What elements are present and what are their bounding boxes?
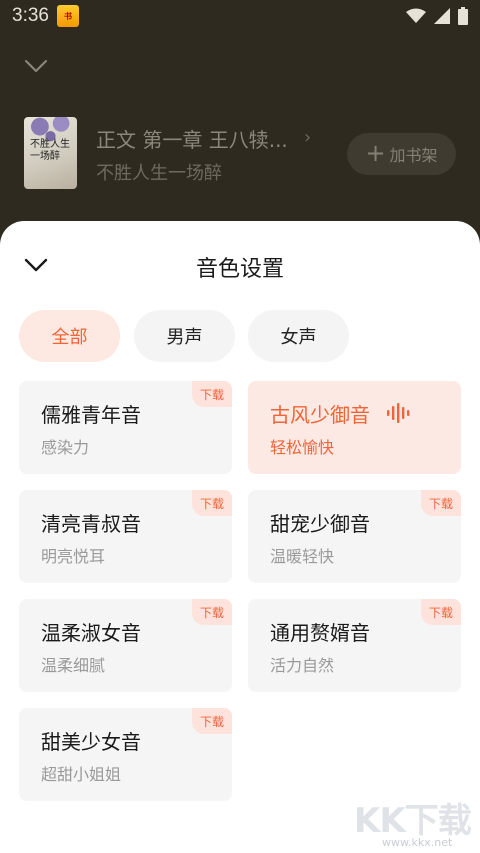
voice-desc: 超甜小姐姐 (41, 765, 122, 784)
voice-name: 清亮青叔音 (41, 512, 141, 536)
download-badge[interactable]: 下载 (192, 708, 232, 734)
status-time: 3:36 (12, 5, 49, 26)
plus-icon: + (365, 139, 386, 167)
voice-card[interactable]: 儒雅青年音 感染力 下载 (19, 381, 232, 474)
sheet-title: 音色设置 (195, 257, 284, 282)
voice-card[interactable]: 温柔淑女音 温柔细腻 下载 (19, 599, 232, 692)
battery-icon (458, 7, 468, 25)
filter-all[interactable]: 全部 (19, 310, 120, 362)
watermark-url: www.kkx.net (382, 836, 453, 849)
signal-icon (434, 8, 450, 24)
status-icons (406, 7, 468, 25)
book-cover[interactable]: 不胜人生一场醉 (24, 117, 77, 189)
voice-name: 甜美少女音 (41, 730, 141, 754)
voice-name: 温柔淑女音 (41, 621, 141, 645)
chevron-down-icon[interactable] (22, 52, 50, 80)
book-title: 不胜人生一场醉 (96, 163, 222, 184)
voice-settings-sheet: 音色设置 全部 男声 女声 儒雅青年音 感染力 下载 古风少御音 轻松愉快 清亮… (0, 221, 480, 853)
chapter-title[interactable]: 正文 第一章 王八犊... (96, 124, 296, 153)
voice-desc: 轻松愉快 (270, 438, 335, 457)
voice-name: 儒雅青年音 (41, 403, 141, 427)
voice-card[interactable]: 甜宠少御音 温暖轻快 下载 (248, 490, 461, 583)
voice-desc: 活力自然 (270, 656, 335, 675)
voice-desc: 明亮悦耳 (41, 547, 106, 566)
watermark-text: KK下载 (354, 801, 472, 841)
add-to-shelf-button[interactable]: + 加书架 (347, 133, 456, 175)
download-badge[interactable]: 下载 (192, 599, 232, 625)
voice-card[interactable]: 通用赘婿音 活力自然 下载 (248, 599, 461, 692)
filter-female[interactable]: 女声 (248, 310, 349, 362)
filter-male[interactable]: 男声 (134, 310, 235, 362)
voice-card[interactable]: 甜美少女音 超甜小姐姐 下载 (19, 708, 232, 801)
download-badge[interactable]: 下载 (192, 381, 232, 407)
wifi-icon (406, 8, 426, 23)
watermark: KK下载 www.kkx.net (354, 793, 476, 849)
chevron-right-icon[interactable]: › (304, 127, 311, 148)
status-bar: 3:36 书 (0, 0, 480, 32)
playing-wave-icon (387, 403, 410, 423)
voice-desc: 温柔细腻 (41, 656, 106, 675)
voice-name: 通用赘婿音 (270, 621, 370, 645)
voice-name: 甜宠少御音 (270, 512, 370, 536)
voice-desc: 温暖轻快 (270, 547, 335, 566)
download-badge[interactable]: 下载 (421, 490, 461, 516)
voice-card[interactable]: 清亮青叔音 明亮悦耳 下载 (19, 490, 232, 583)
download-badge[interactable]: 下载 (421, 599, 461, 625)
voice-desc: 感染力 (41, 438, 90, 457)
voice-card-selected[interactable]: 古风少御音 轻松愉快 (248, 381, 461, 474)
download-badge[interactable]: 下载 (192, 490, 232, 516)
novel-app-icon: 书 (56, 5, 79, 27)
cover-title: 不胜人生一场醉 (30, 139, 70, 162)
add-to-shelf-label: 加书架 (389, 146, 438, 165)
voice-name: 古风少御音 (270, 403, 370, 427)
